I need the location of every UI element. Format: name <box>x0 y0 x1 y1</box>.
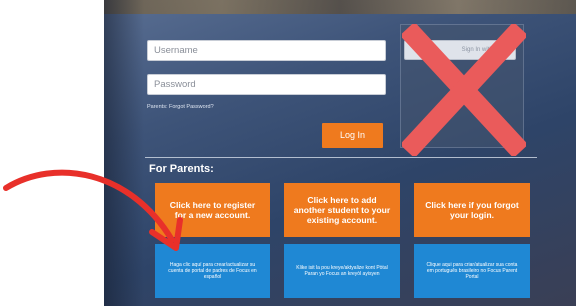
portuguese-portal-button[interactable]: Clique aqui para criar/atualizar sua con… <box>414 244 530 298</box>
section-divider <box>145 157 537 158</box>
login-button[interactable]: Log In <box>322 123 383 148</box>
forgot-login-button[interactable]: Click here if you forgot your login. <box>414 183 530 237</box>
forgot-password-link[interactable]: Parents: Forgot Password? <box>147 104 214 110</box>
x-mark-icon <box>402 24 526 156</box>
add-student-button[interactable]: Click here to add another student to you… <box>284 183 400 237</box>
creole-portal-button[interactable]: Klike isit la pou kreye/aktyalize kont P… <box>284 244 400 298</box>
password-input[interactable]: Password <box>147 74 386 95</box>
username-input[interactable]: Username <box>147 40 386 61</box>
curved-arrow-icon <box>3 169 183 251</box>
